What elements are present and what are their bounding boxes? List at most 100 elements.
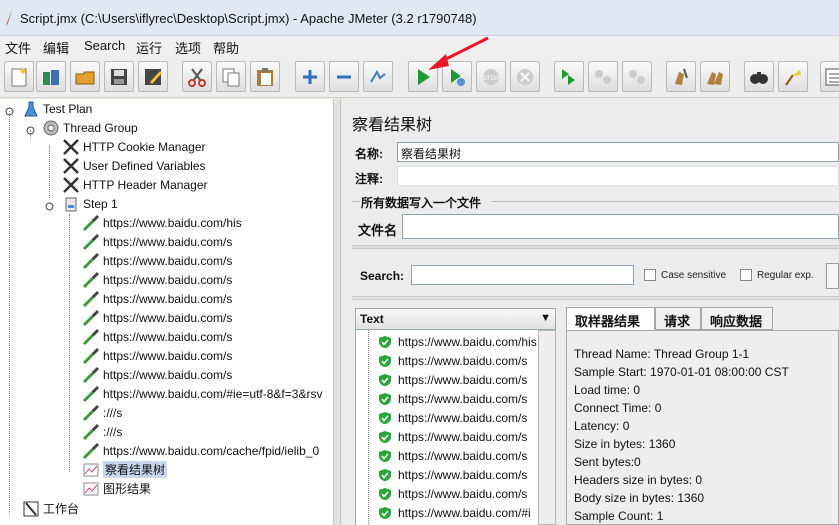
tree-node-sampler[interactable]: https://www.baidu.com/s xyxy=(82,365,232,384)
collapse-toggle-icon[interactable] xyxy=(26,124,35,135)
open-button[interactable] xyxy=(70,61,100,92)
tree-node-workbench[interactable]: 工作台 xyxy=(22,499,79,518)
split-pane-divider[interactable] xyxy=(333,99,341,525)
regular-exp-checkbox[interactable] xyxy=(740,269,752,281)
reset-search-button[interactable] xyxy=(778,61,808,92)
stop-icon: STOP xyxy=(483,68,499,85)
toggle-button[interactable] xyxy=(363,61,393,92)
tree-node-sampler[interactable]: https://www.baidu.com/cache/fpid/ielib_0 xyxy=(82,441,319,460)
paste-button[interactable] xyxy=(250,61,280,92)
tree-node-sampler[interactable]: https://www.baidu.com/s xyxy=(82,308,232,327)
tree-node-test-plan[interactable]: Test Plan xyxy=(22,99,92,118)
tree-node-user-defined-variables[interactable]: User Defined Variables xyxy=(62,156,206,175)
tree-node-sampler[interactable]: https://www.baidu.com/s xyxy=(82,251,232,270)
split-divider[interactable] xyxy=(352,296,839,300)
menu-edit[interactable]: 编辑 xyxy=(43,38,69,57)
save-button[interactable] xyxy=(104,61,134,92)
jmeter-feather-icon xyxy=(6,10,12,26)
result-row[interactable]: https://www.baidu.com/s xyxy=(378,408,527,427)
function-helper-button[interactable] xyxy=(820,61,839,92)
menu-search[interactable]: Search xyxy=(84,38,125,53)
start-button[interactable] xyxy=(408,61,438,92)
tab-request[interactable]: 请求 xyxy=(655,307,701,330)
tree-node-sampler[interactable]: https://www.baidu.com/his xyxy=(82,213,242,232)
collapse-all-button[interactable] xyxy=(329,61,359,92)
menu-options[interactable]: 选项 xyxy=(175,38,201,57)
tree-node-header-manager[interactable]: HTTP Header Manager xyxy=(62,175,208,194)
result-row[interactable]: https://www.baidu.com/s xyxy=(378,389,527,408)
menu-help[interactable]: 帮助 xyxy=(213,38,239,57)
tree-label: :///s xyxy=(103,424,123,439)
start-no-pauses-button[interactable] xyxy=(442,61,472,92)
clear-all-button[interactable] xyxy=(700,61,730,92)
tree-node-results-tree[interactable]: 察看结果树 xyxy=(82,460,168,479)
remote-start-button[interactable] xyxy=(554,61,584,92)
expand-all-button[interactable] xyxy=(295,61,325,92)
split-divider[interactable] xyxy=(352,245,839,249)
tree-label: https://www.baidu.com/cache/fpid/ielib_0 xyxy=(103,443,320,458)
collapse-icon xyxy=(337,75,351,78)
results-column-header[interactable]: Text ▼ xyxy=(355,308,556,330)
tree-node-sampler[interactable]: :///s xyxy=(82,422,122,441)
result-row[interactable]: https://www.baidu.com/s xyxy=(378,484,527,503)
dropdown-arrow-icon[interactable]: ▼ xyxy=(540,312,551,324)
tree-node-sampler[interactable]: https://www.baidu.com/s xyxy=(82,289,232,308)
result-row[interactable]: https://www.baidu.com/s xyxy=(378,446,527,465)
success-shield-icon xyxy=(379,411,391,424)
copy-button[interactable] xyxy=(216,61,246,92)
tree-node-sampler[interactable]: :///s xyxy=(82,403,122,422)
new-button[interactable] xyxy=(4,61,34,92)
tree-node-sampler[interactable]: https://www.baidu.com/s xyxy=(82,270,232,289)
result-row[interactable]: https://www.baidu.com/s xyxy=(378,370,527,389)
result-label: https://www.baidu.com/s xyxy=(398,372,528,387)
collapse-toggle-icon[interactable] xyxy=(45,200,54,211)
tree-label: https://www.baidu.com/#ie=utf-8&f=3&rsv xyxy=(103,386,323,401)
tree-node-sampler[interactable]: https://www.baidu.com/s xyxy=(82,232,232,251)
gear-icon xyxy=(43,120,59,135)
tree-node-cookie-manager[interactable]: HTTP Cookie Manager xyxy=(62,137,206,156)
write-all-label: 所有数据写入一个文件 xyxy=(361,196,482,210)
remote-shutdown-button[interactable] xyxy=(622,61,652,92)
tab-response-data[interactable]: 响应数据 xyxy=(701,307,773,330)
open-icon xyxy=(75,71,95,84)
save-as-button[interactable] xyxy=(138,61,168,92)
tree-node-step[interactable]: Step 1 xyxy=(62,194,118,213)
tree-node-sampler[interactable]: https://www.baidu.com/#ie=utf-8&f=3&rsv xyxy=(82,384,322,403)
filename-field[interactable] xyxy=(402,214,839,239)
tree-node-thread-group[interactable]: Thread Group xyxy=(42,118,138,137)
result-row[interactable]: https://www.baidu.com/s xyxy=(378,427,527,446)
tree-node-sampler[interactable]: https://www.baidu.com/s xyxy=(82,346,232,365)
tree-label: Test Plan xyxy=(43,101,93,116)
name-field[interactable]: 察看结果树 xyxy=(397,142,839,162)
menu-run[interactable]: 运行 xyxy=(136,38,162,57)
menu-file[interactable]: 文件 xyxy=(5,38,31,57)
tree-node-graph-results[interactable]: 图形结果 xyxy=(82,479,151,498)
cut-button[interactable] xyxy=(182,61,212,92)
results-scrollbar[interactable] xyxy=(538,330,556,525)
expand-icon xyxy=(303,69,317,84)
tree-node-sampler[interactable]: https://www.baidu.com/s xyxy=(82,327,232,346)
remote-start-icon xyxy=(562,68,575,85)
clear-button[interactable] xyxy=(666,61,696,92)
result-row[interactable]: https://www.baidu.com/s xyxy=(378,465,527,484)
panel-title: 察看结果树 xyxy=(352,117,433,134)
search-input[interactable] xyxy=(411,265,634,285)
toolbar: STOP xyxy=(0,56,839,98)
pipette-icon xyxy=(82,404,100,421)
case-sensitive-checkbox[interactable] xyxy=(644,269,656,281)
result-row[interactable]: https://www.baidu.com/his xyxy=(378,332,537,351)
result-row[interactable]: https://www.baidu.com/s xyxy=(378,351,527,370)
remote-stop-button[interactable] xyxy=(588,61,618,92)
collapse-toggle-icon[interactable] xyxy=(5,105,14,116)
tree-label: HTTP Header Manager xyxy=(83,177,208,192)
shutdown-icon xyxy=(517,68,533,85)
pipette-icon xyxy=(82,385,100,402)
search-button[interactable] xyxy=(826,263,839,289)
templates-button[interactable] xyxy=(36,61,66,92)
stop-button[interactable]: STOP xyxy=(476,61,506,92)
tab-sampler-result[interactable]: 取样器结果 xyxy=(566,307,655,330)
search-button[interactable] xyxy=(744,61,774,92)
result-row[interactable]: https://www.baidu.com/#i xyxy=(378,503,531,522)
comments-field[interactable] xyxy=(397,166,839,186)
shutdown-button[interactable] xyxy=(510,61,540,92)
